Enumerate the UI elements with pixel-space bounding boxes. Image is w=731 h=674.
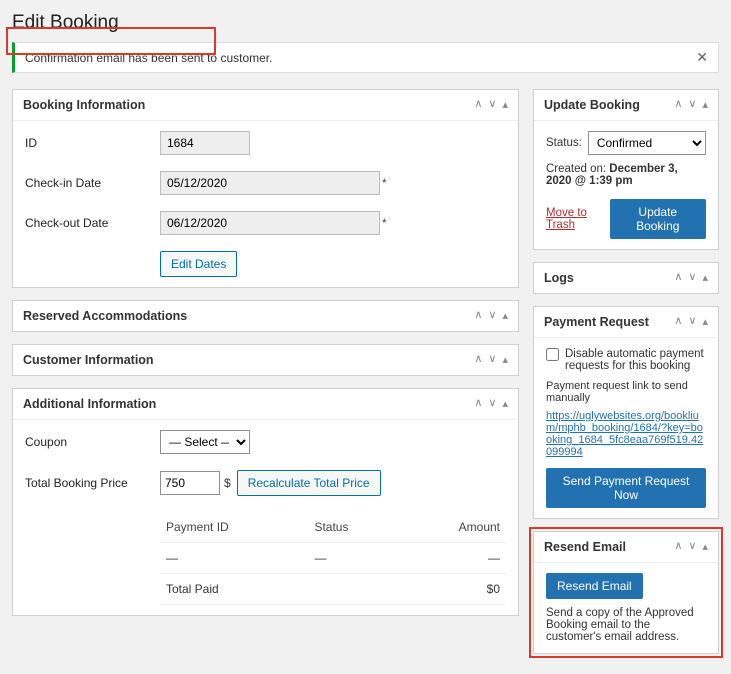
resend-email-button[interactable]: Resend Email bbox=[546, 573, 643, 599]
created-on-prefix: Created on: bbox=[546, 163, 609, 175]
chevron-down-icon[interactable] bbox=[688, 100, 696, 111]
panel-title: Additional Information bbox=[23, 397, 156, 411]
chevron-down-icon[interactable] bbox=[488, 100, 496, 111]
move-to-trash-link[interactable]: Move to Trash bbox=[546, 207, 610, 231]
col-amount: Amount bbox=[400, 512, 506, 543]
disable-auto-payment-label: Disable automatic payment requests for t… bbox=[565, 348, 706, 372]
collapse-icon[interactable] bbox=[702, 317, 708, 328]
disable-auto-payment-checkbox[interactable] bbox=[546, 348, 559, 361]
payment-link-intro: Payment request link to send manually bbox=[546, 380, 706, 404]
payment-request-link[interactable]: https://uglywebsites.org/booklium/mphb_b… bbox=[546, 410, 706, 458]
chevron-down-icon[interactable] bbox=[688, 273, 696, 284]
chevron-up-icon[interactable] bbox=[474, 399, 482, 410]
collapse-icon[interactable] bbox=[702, 542, 708, 553]
resend-email-desc: Send a copy of the Approved Booking emai… bbox=[546, 607, 706, 643]
chevron-up-icon[interactable] bbox=[674, 542, 682, 553]
panel-title: Logs bbox=[544, 271, 574, 285]
customer-information-panel: Customer Information bbox=[12, 344, 519, 376]
chevron-up-icon[interactable] bbox=[474, 311, 482, 322]
update-booking-button[interactable]: Update Booking bbox=[610, 199, 706, 239]
coupon-select[interactable]: — Select — bbox=[160, 430, 250, 454]
update-booking-panel: Update Booking Status: Confirmed bbox=[533, 89, 719, 250]
notice-success: Confirmation email has been sent to cust… bbox=[12, 42, 719, 73]
resend-email-panel: Resend Email Resend Email Send a copy of… bbox=[533, 531, 719, 654]
edit-dates-button[interactable]: Edit Dates bbox=[160, 251, 237, 277]
col-payment-id: Payment ID bbox=[160, 512, 308, 543]
checkin-field[interactable] bbox=[160, 171, 380, 195]
status-select[interactable]: Confirmed bbox=[588, 131, 706, 155]
panel-title: Reserved Accommodations bbox=[23, 309, 187, 323]
close-icon[interactable]: ✕ bbox=[696, 49, 708, 66]
additional-information-panel: Additional Information Coupon — Select — bbox=[12, 388, 519, 616]
panel-title: Payment Request bbox=[544, 315, 649, 329]
currency-symbol: $ bbox=[224, 476, 231, 490]
required-marker: * bbox=[382, 176, 387, 190]
payments-table: Payment ID Status Amount — — — bbox=[160, 512, 506, 605]
chevron-up-icon[interactable] bbox=[474, 100, 482, 111]
collapse-icon[interactable] bbox=[502, 100, 508, 111]
chevron-down-icon[interactable] bbox=[488, 311, 496, 322]
chevron-down-icon[interactable] bbox=[688, 317, 696, 328]
total-price-label: Total Booking Price bbox=[25, 476, 160, 490]
recalculate-button[interactable]: Recalculate Total Price bbox=[237, 470, 381, 496]
payment-request-panel: Payment Request Disable automatic paymen… bbox=[533, 306, 719, 519]
total-paid-label: Total Paid bbox=[160, 574, 308, 605]
reserved-accommodations-panel: Reserved Accommodations bbox=[12, 300, 519, 332]
panel-title: Resend Email bbox=[544, 540, 626, 554]
id-label: ID bbox=[25, 136, 160, 150]
collapse-icon[interactable] bbox=[502, 355, 508, 366]
coupon-label: Coupon bbox=[25, 435, 160, 449]
checkout-label: Check-out Date bbox=[25, 216, 160, 230]
logs-panel: Logs bbox=[533, 262, 719, 294]
collapse-icon[interactable] bbox=[502, 399, 508, 410]
checkin-label: Check-in Date bbox=[25, 176, 160, 190]
page-title: Edit Booking bbox=[12, 12, 719, 34]
chevron-up-icon[interactable] bbox=[474, 355, 482, 366]
chevron-up-icon[interactable] bbox=[674, 100, 682, 111]
collapse-icon[interactable] bbox=[702, 100, 708, 111]
col-status: Status bbox=[308, 512, 399, 543]
collapse-icon[interactable] bbox=[702, 273, 708, 284]
table-row: — — — bbox=[160, 543, 506, 574]
chevron-down-icon[interactable] bbox=[488, 355, 496, 366]
chevron-up-icon[interactable] bbox=[674, 317, 682, 328]
table-row-total: Total Paid $0 bbox=[160, 574, 506, 605]
total-paid-value: $0 bbox=[400, 574, 506, 605]
panel-title: Customer Information bbox=[23, 353, 154, 367]
collapse-icon[interactable] bbox=[502, 311, 508, 322]
checkout-field[interactable] bbox=[160, 211, 380, 235]
send-payment-request-button[interactable]: Send Payment Request Now bbox=[546, 468, 706, 508]
status-label: Status: bbox=[546, 137, 582, 149]
chevron-down-icon[interactable] bbox=[488, 399, 496, 410]
notice-text: Confirmation email has been sent to cust… bbox=[25, 51, 272, 65]
panel-title: Booking Information bbox=[23, 98, 145, 112]
chevron-up-icon[interactable] bbox=[674, 273, 682, 284]
booking-information-panel: Booking Information ID Check-in Date bbox=[12, 89, 519, 288]
id-field bbox=[160, 131, 250, 155]
chevron-down-icon[interactable] bbox=[688, 542, 696, 553]
total-price-field[interactable] bbox=[160, 471, 220, 495]
panel-title: Update Booking bbox=[544, 98, 640, 112]
required-marker: * bbox=[382, 216, 387, 230]
